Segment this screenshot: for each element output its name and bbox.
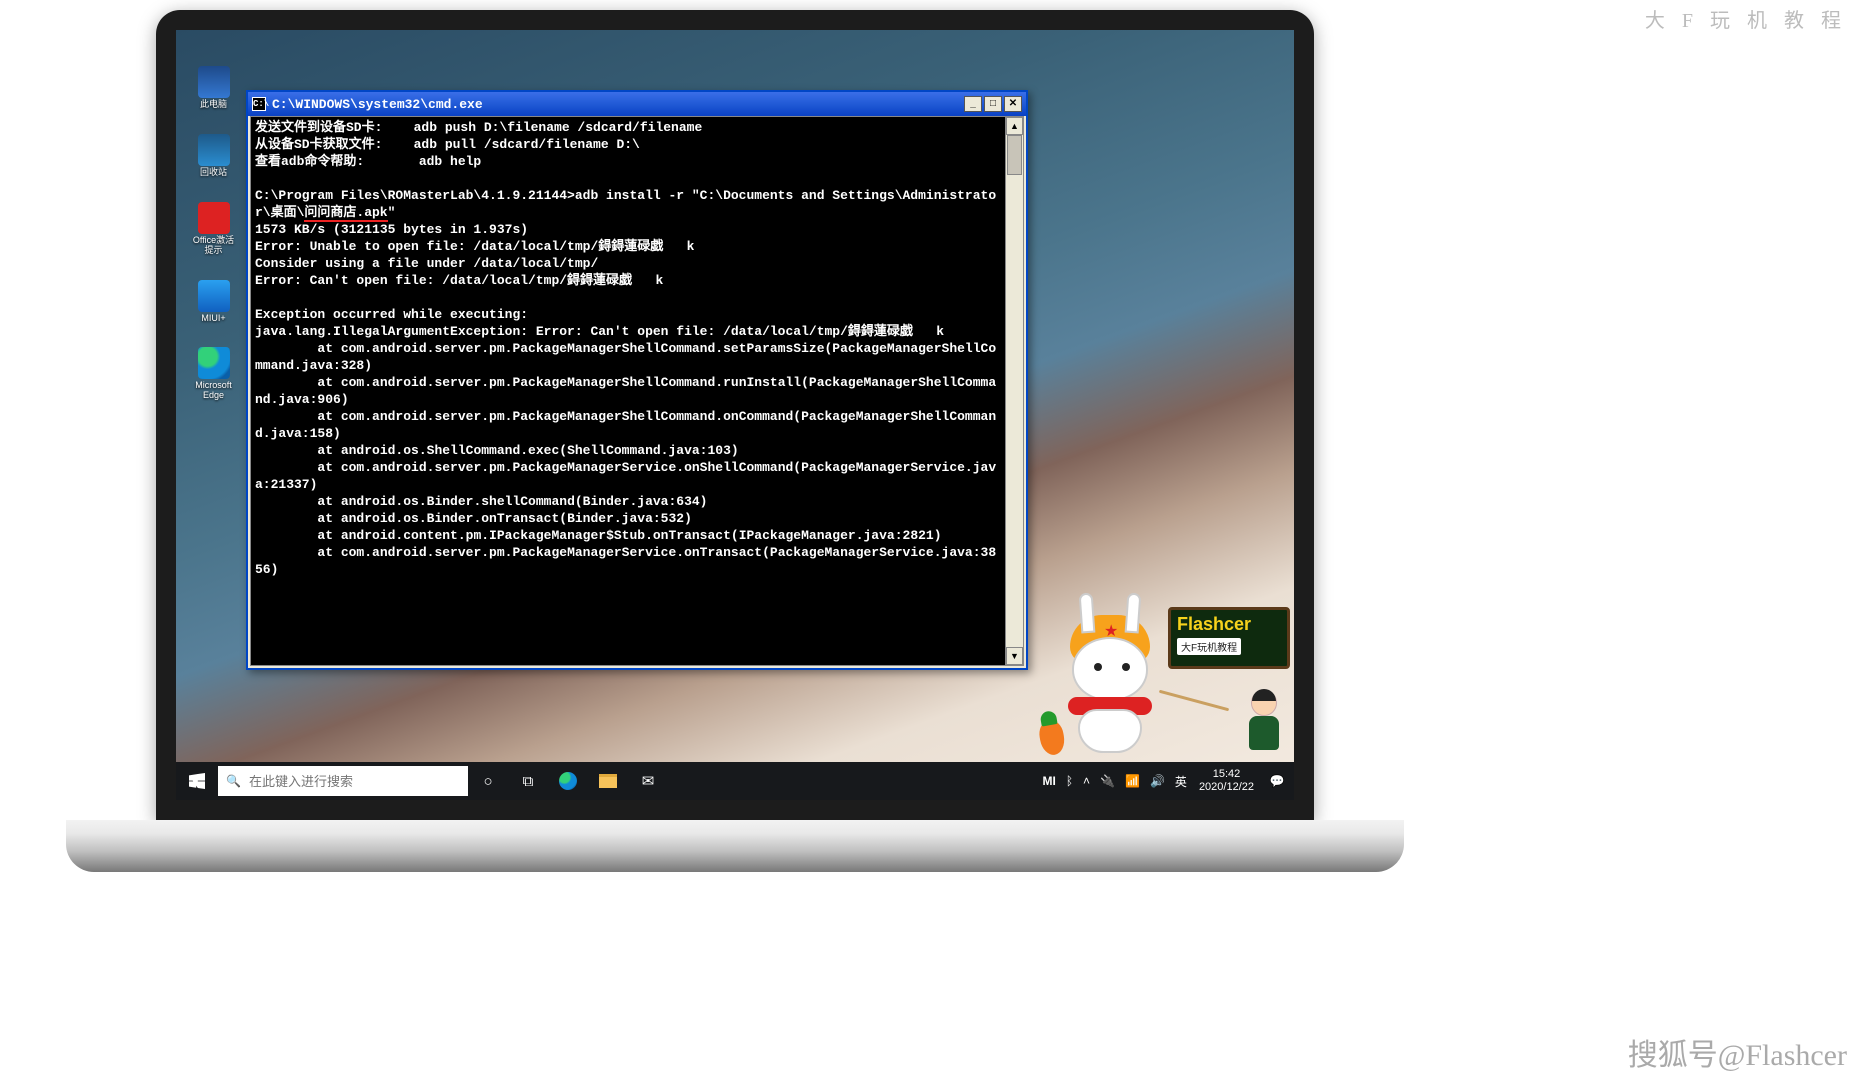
cmd-title: C:\WINDOWS\system32\cmd.exe <box>272 97 958 112</box>
ime-tray-icon[interactable]: 英 <box>1175 773 1187 790</box>
desktop-icon-label: Microsoft Edge <box>191 381 237 401</box>
cmd-output[interactable]: 发送文件到设备SD卡: adb push D:\filename /sdcard… <box>251 117 1005 665</box>
clock-time: 15:42 <box>1199 768 1254 781</box>
mascot-board: Flashcer 大F玩机教程 <box>1168 607 1290 669</box>
power-tray-icon[interactable]: 🔌 <box>1100 774 1115 788</box>
wifi-tray-icon[interactable]: 📶 <box>1125 774 1140 788</box>
miui-icon <box>198 280 230 312</box>
laptop-frame: 此电脑 回收站 Office激活提示 MIUI+ Microsoft Edge <box>156 10 1314 820</box>
volume-tray-icon[interactable]: 🔊 <box>1150 774 1165 788</box>
desktop-icon-label: Office激活提示 <box>191 236 237 256</box>
cortana-button[interactable]: ○ <box>468 762 508 800</box>
scroll-down-button[interactable]: ▼ <box>1006 647 1023 665</box>
cmd-window[interactable]: C:\ C:\WINDOWS\system32\cmd.exe _ □ ✕ 发送… <box>246 90 1028 670</box>
action-center-button[interactable]: 💬 <box>1266 762 1288 800</box>
scrollbar[interactable]: ▲ ▼ <box>1005 117 1023 665</box>
taskbar-search[interactable]: 🔍 <box>218 766 468 796</box>
cmd-titlebar[interactable]: C:\ C:\WINDOWS\system32\cmd.exe _ □ ✕ <box>248 92 1026 116</box>
page-watermark-top: 大 F 玩 机 教 程 <box>1645 4 1847 33</box>
bluetooth-tray-icon[interactable]: ᛒ <box>1066 774 1073 788</box>
search-input[interactable] <box>249 774 460 789</box>
mail-taskbar-icon[interactable]: ✉ <box>628 762 668 800</box>
laptop-bezel: 此电脑 回收站 Office激活提示 MIUI+ Microsoft Edge <box>156 10 1314 820</box>
desktop-icon-label: 回收站 <box>200 168 227 178</box>
desktop-icons: 此电脑 回收站 Office激活提示 MIUI+ Microsoft Edge <box>186 66 241 401</box>
search-icon: 🔍 <box>226 774 241 788</box>
pc-icon <box>198 66 230 98</box>
pdf-icon <box>198 202 230 234</box>
mascot-subtitle: 大F玩机教程 <box>1177 638 1241 655</box>
desktop-icon-miui[interactable]: MIUI+ <box>191 280 237 324</box>
page-watermark-bottom: 搜狐号@Flashcer <box>1628 1030 1847 1074</box>
cmd-client: 发送文件到设备SD卡: adb push D:\filename /sdcard… <box>250 116 1024 666</box>
rabbit-icon: ★ <box>1050 609 1170 754</box>
maximize-button[interactable]: □ <box>984 96 1002 112</box>
scroll-track[interactable] <box>1006 135 1023 647</box>
laptop-base <box>66 820 1404 872</box>
edge-icon <box>198 347 230 379</box>
flashcer-mascot: ★ Flashcer 大F玩机教程 <box>1040 589 1290 754</box>
taskbar-tray: MI ᛒ ˄ 🔌 📶 🔊 英 15:42 2020/12/22 💬 <box>1043 762 1295 800</box>
explorer-taskbar-icon[interactable] <box>588 762 628 800</box>
scroll-up-button[interactable]: ▲ <box>1006 117 1023 135</box>
desktop-icon-pdf[interactable]: Office激活提示 <box>191 202 237 256</box>
chevron-up-icon[interactable]: ˄ <box>1083 774 1090 788</box>
desktop-icon-label: MIUI+ <box>201 314 225 324</box>
cmd-titlebar-icon: C:\ <box>252 97 266 111</box>
task-view-button[interactable]: ⧉ <box>508 762 548 800</box>
windows-desktop[interactable]: 此电脑 回收站 Office激活提示 MIUI+ Microsoft Edge <box>176 30 1294 800</box>
edge-taskbar-icon[interactable] <box>548 762 588 800</box>
taskbar-pinned: ○ ⧉ ✉ <box>468 762 668 800</box>
desktop-icon-edge[interactable]: Microsoft Edge <box>191 347 237 401</box>
clock-date: 2020/12/22 <box>1199 781 1254 794</box>
desktop-icon-this-pc[interactable]: 此电脑 <box>191 66 237 110</box>
close-button[interactable]: ✕ <box>1004 96 1022 112</box>
windows-logo-icon <box>189 773 205 789</box>
recycle-bin-icon <box>198 134 230 166</box>
desktop-icon-label: 此电脑 <box>200 100 227 110</box>
minimize-button[interactable]: _ <box>964 96 982 112</box>
taskbar: 🔍 ○ ⧉ ✉ MI ᛒ ˄ 🔌 📶 <box>176 762 1294 800</box>
mi-tray-icon[interactable]: MI <box>1043 774 1056 788</box>
mascot-title: Flashcer <box>1177 614 1281 635</box>
start-button[interactable] <box>176 762 218 800</box>
scroll-thumb[interactable] <box>1007 135 1022 175</box>
teacher-icon <box>1242 690 1286 754</box>
taskbar-clock[interactable]: 15:42 2020/12/22 <box>1193 768 1260 793</box>
desktop-icon-recycle-bin[interactable]: 回收站 <box>191 134 237 178</box>
window-buttons: _ □ ✕ <box>964 96 1022 112</box>
